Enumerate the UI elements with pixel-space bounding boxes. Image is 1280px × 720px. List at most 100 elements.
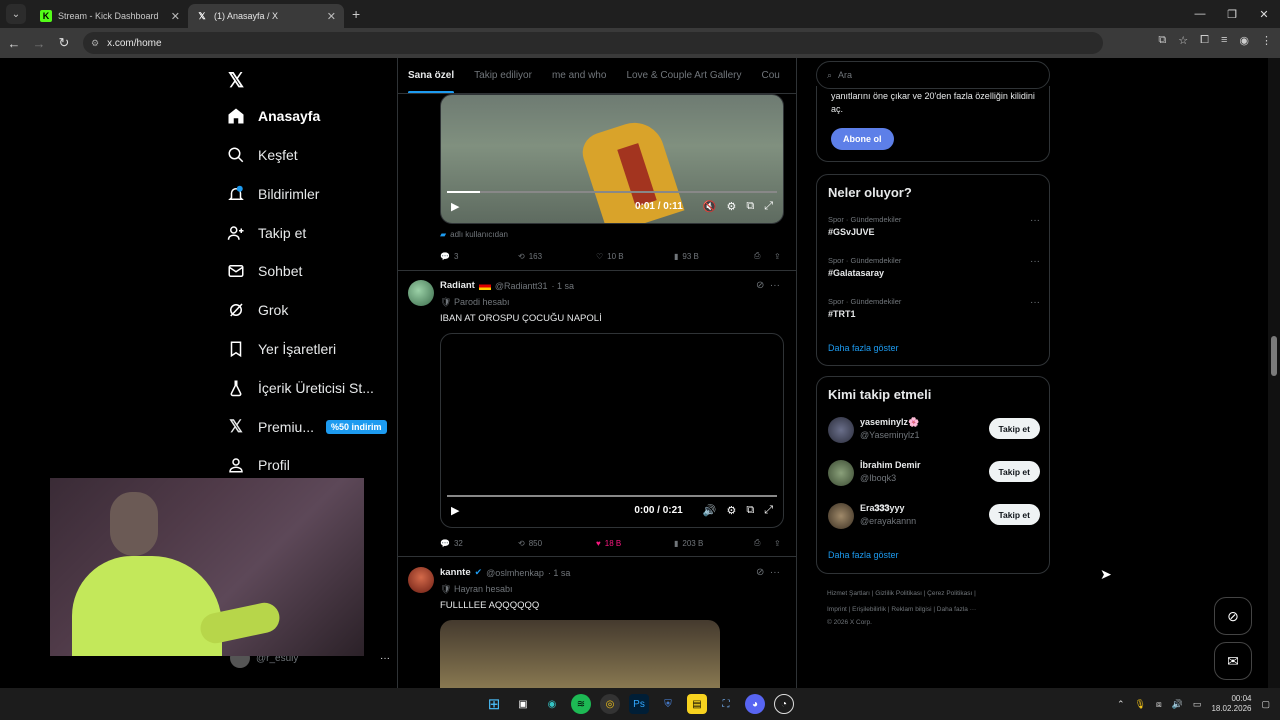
follow-suggestion[interactable]: yaseminylz🌸 @Yaseminylz1 Takip et <box>828 415 1040 445</box>
author-handle[interactable]: @oslmhenkap <box>486 568 544 578</box>
repost-button[interactable]: ⟲ 850 <box>518 538 596 548</box>
obs-icon[interactable]: ◔ <box>774 694 794 714</box>
nav-item-creator-studio[interactable]: İçerik Üreticisi St... <box>226 373 374 403</box>
video-player[interactable]: ▶ 0:00 / 0:21 🔊 ⚙ ⧉ ⤢ <box>440 333 784 528</box>
tab-following[interactable]: Takip ediliyor <box>464 58 542 93</box>
site-info-icon[interactable]: ⚙ <box>91 38 99 49</box>
volume-muted-icon[interactable]: 🔇 <box>703 200 717 213</box>
post-media[interactable] <box>440 620 720 688</box>
avatar[interactable] <box>828 417 854 443</box>
tab-for-you[interactable]: Sana özel <box>398 58 464 93</box>
notification-icon[interactable]: ▢ <box>1261 699 1270 710</box>
nav-item-home[interactable]: Anasayfa <box>226 101 320 131</box>
nav-item-premium[interactable]: 𝕏 Premiu... %50 indirim <box>226 412 387 442</box>
chevron-up-icon[interactable]: ⌃ <box>1117 699 1125 710</box>
volume-icon[interactable]: 🔊 <box>1172 699 1183 710</box>
forward-button[interactable]: → <box>28 36 50 51</box>
nav-item-bookmarks[interactable]: Yer İşaretleri <box>226 334 336 364</box>
reload-button[interactable]: ↻ <box>53 35 75 51</box>
show-more-follow-link[interactable]: Daha fazla göster <box>828 550 899 560</box>
nav-item-explore[interactable]: Keşfet <box>226 140 298 170</box>
browser-tab-x[interactable]: 𝕏 (1) Anasayfa / X ✕ <box>188 4 344 28</box>
microphone-icon[interactable]: 🎙 <box>1135 699 1146 710</box>
author-handle[interactable]: @Radiantt31 <box>495 281 548 291</box>
more-icon[interactable]: ··· <box>1030 215 1040 226</box>
share-icon[interactable]: ⇪ <box>774 538 781 548</box>
avatar[interactable] <box>408 280 434 306</box>
trend-item[interactable]: Spor · Gündemdekiler #GSvJUVE ··· <box>828 215 1040 237</box>
follow-suggestion[interactable]: Era𝟑𝟑𝟑yyy @erayakannn Takip et <box>828 501 1040 531</box>
tab-list-love-couple[interactable]: Love & Couple Art Gallery <box>616 58 751 93</box>
bookmark-star-icon[interactable]: ☆ <box>1178 34 1188 47</box>
windows-start-icon[interactable]: ⊞ <box>484 694 504 714</box>
views-button[interactable]: ▮ 93 B <box>674 251 754 261</box>
chrome-icon[interactable]: ◎ <box>600 694 620 714</box>
maximize-button[interactable]: ❐ <box>1216 8 1248 21</box>
close-tab-icon[interactable]: ✕ <box>327 10 336 23</box>
like-button[interactable]: ♡ 10 B <box>596 251 674 261</box>
tab-list-cou[interactable]: Cou <box>752 58 790 93</box>
more-icon[interactable]: ··· <box>1030 297 1040 308</box>
back-button[interactable]: ← <box>3 36 25 51</box>
follow-button[interactable]: Takip et <box>988 461 1040 482</box>
bookmark-icon[interactable]: ⎙ <box>754 538 774 548</box>
grok-icon[interactable]: ⊘ ··· <box>756 280 780 291</box>
play-icon[interactable]: ▶ <box>451 200 459 213</box>
bookmark-icon[interactable]: ⎙ <box>754 251 774 261</box>
follow-suggestion[interactable]: İbrahim Demir @Iboqk3 Takip et <box>828 458 1040 488</box>
media-controls-icon[interactable]: ≡ <box>1221 34 1227 47</box>
install-app-icon[interactable]: ⧉ <box>1158 34 1166 47</box>
profile-icon[interactable]: ◉ <box>1239 34 1249 47</box>
new-tab-button[interactable]: + <box>352 6 360 22</box>
fullscreen-icon[interactable]: ⤢ <box>764 200 773 213</box>
nav-item-profile[interactable]: Profil <box>226 450 290 480</box>
menu-icon[interactable]: ⋮ <box>1261 34 1272 47</box>
avatar[interactable] <box>408 567 434 593</box>
grok-icon[interactable]: ⊘ ··· <box>756 567 780 578</box>
spotify-icon[interactable]: ≋ <box>571 694 591 714</box>
nav-item-follow[interactable]: Takip et <box>226 218 306 248</box>
trend-item[interactable]: Spor · Gündemdekiler #Galatasaray ··· <box>828 256 1040 278</box>
browser-tab-kick[interactable]: K Stream - Kick Dashboard ✕ <box>32 4 188 28</box>
network-icon[interactable]: ⧈ <box>1156 699 1162 710</box>
messages-fab-button[interactable]: ✉ <box>1214 642 1252 680</box>
footer-line[interactable]: Hizmet Şartları | Gizlilik Politikası | … <box>827 586 1047 602</box>
author-name[interactable]: kannte <box>440 567 471 578</box>
network-app-icon[interactable]: ⛶ <box>716 694 736 714</box>
nav-item-chat[interactable]: Sohbet <box>226 256 302 286</box>
edge-icon[interactable]: ◉ <box>542 694 562 714</box>
reply-button[interactable]: 💬 32 <box>440 538 518 548</box>
share-icon[interactable]: ⇪ <box>774 251 781 261</box>
nav-item-grok[interactable]: Grok <box>226 295 288 325</box>
tab-list-me-and-who[interactable]: me and who <box>542 58 616 93</box>
discord-icon[interactable]: ◕ <box>745 694 765 714</box>
post-time[interactable]: · 1 sa <box>548 568 571 578</box>
nav-item-notifications[interactable]: Bildirimler <box>226 179 319 209</box>
follow-button[interactable]: Takip et <box>988 504 1040 525</box>
video-player[interactable]: ▶ 0:01 / 0:11 🔇 ⚙ ⧉ ⤢ <box>440 94 784 224</box>
video-progress-bar[interactable] <box>447 191 777 193</box>
more-icon[interactable]: ··· <box>1030 256 1040 267</box>
close-tab-icon[interactable]: ✕ <box>171 10 180 23</box>
like-button[interactable]: ♥ 18 B <box>596 538 674 548</box>
close-window-button[interactable]: ✕ <box>1248 8 1280 21</box>
follow-button[interactable]: Takip et <box>988 418 1040 439</box>
extensions-icon[interactable]: ⧠ <box>1200 34 1209 47</box>
url-field[interactable]: ⚙ x.com/home <box>83 32 1103 54</box>
picture-in-picture-icon[interactable]: ⧉ <box>746 200 754 213</box>
volume-icon[interactable]: 🔊 <box>703 504 717 517</box>
avatar[interactable] <box>828 503 854 529</box>
show-more-trends-link[interactable]: Daha fazla göster <box>828 343 899 353</box>
photoshop-icon[interactable]: Ps <box>629 694 649 714</box>
task-view-icon[interactable]: ▣ <box>513 694 533 714</box>
settings-icon[interactable]: ⚙ <box>726 200 736 213</box>
shield-app-icon[interactable]: ⛨ <box>658 694 678 714</box>
settings-icon[interactable]: ⚙ <box>726 504 736 517</box>
avatar[interactable] <box>828 460 854 486</box>
footer-line[interactable]: Imprint | Erişilebilirlik | Reklam bilgi… <box>827 602 1047 618</box>
post-time[interactable]: · 1 sa <box>552 281 575 291</box>
scrollbar[interactable] <box>1268 58 1280 688</box>
video-progress-bar[interactable] <box>447 495 777 497</box>
battery-icon[interactable]: ▭ <box>1193 699 1202 710</box>
scrollbar-thumb[interactable] <box>1271 336 1277 376</box>
